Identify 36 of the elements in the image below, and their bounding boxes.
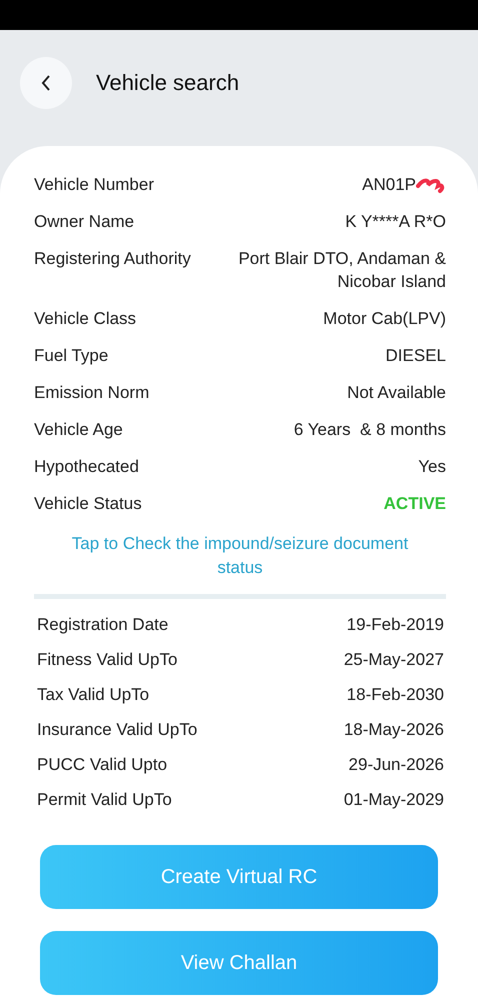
field-label: Registering Authority xyxy=(34,248,191,270)
field-value: AN01P xyxy=(362,174,416,196)
field-value: 01-May-2029 xyxy=(344,789,444,811)
field-label: Hypothecated xyxy=(34,456,139,478)
field-label: PUCC Valid Upto xyxy=(37,754,168,776)
page-title: Vehicle search xyxy=(96,70,240,96)
field-value: 19-Feb-2019 xyxy=(346,614,444,636)
field-value: Not Available xyxy=(346,382,446,404)
field-value: Motor Cab(LPV) xyxy=(322,308,446,330)
field-label: Owner Name xyxy=(34,211,134,233)
field-value: 29-Jun-2026 xyxy=(348,754,444,776)
field-label: Emission Norm xyxy=(34,382,150,404)
redaction-scribble xyxy=(416,176,446,194)
field-label: Permit Valid UpTo xyxy=(37,789,172,811)
field-label: Vehicle Class xyxy=(34,308,136,330)
field-value: 18-May-2026 xyxy=(344,719,444,741)
field-label: Vehicle Status xyxy=(34,493,142,515)
field-value: Yes xyxy=(417,456,446,478)
status-value: ACTIVE xyxy=(384,493,446,515)
field-label: Fuel Type xyxy=(34,345,108,367)
field-value: K Y****A R*O xyxy=(344,211,446,233)
field-label: Insurance Valid UpTo xyxy=(37,719,198,741)
field-value: 6 Years & 8 months xyxy=(292,419,446,441)
field-value: Port Blair DTO, Andaman & Nicobar Island xyxy=(237,248,446,293)
back-icon xyxy=(41,75,51,91)
impound-status-link[interactable]: Tap to Check the impound/seizure document status xyxy=(34,522,446,590)
action-button[interactable]: View Challan xyxy=(40,931,438,995)
field-value: 18-Feb-2030 xyxy=(346,684,444,706)
action-button[interactable]: Create Virtual RC xyxy=(40,845,438,909)
field-value: 25-May-2027 xyxy=(344,649,444,671)
field-label: Fitness Valid UpTo xyxy=(37,649,178,671)
field-label: Vehicle Number xyxy=(34,174,154,196)
field-value: DIESEL xyxy=(384,345,446,367)
field-label: Registration Date xyxy=(37,614,168,636)
field-label: Tax Valid UpTo xyxy=(37,684,150,706)
field-label: Vehicle Age xyxy=(34,419,123,441)
